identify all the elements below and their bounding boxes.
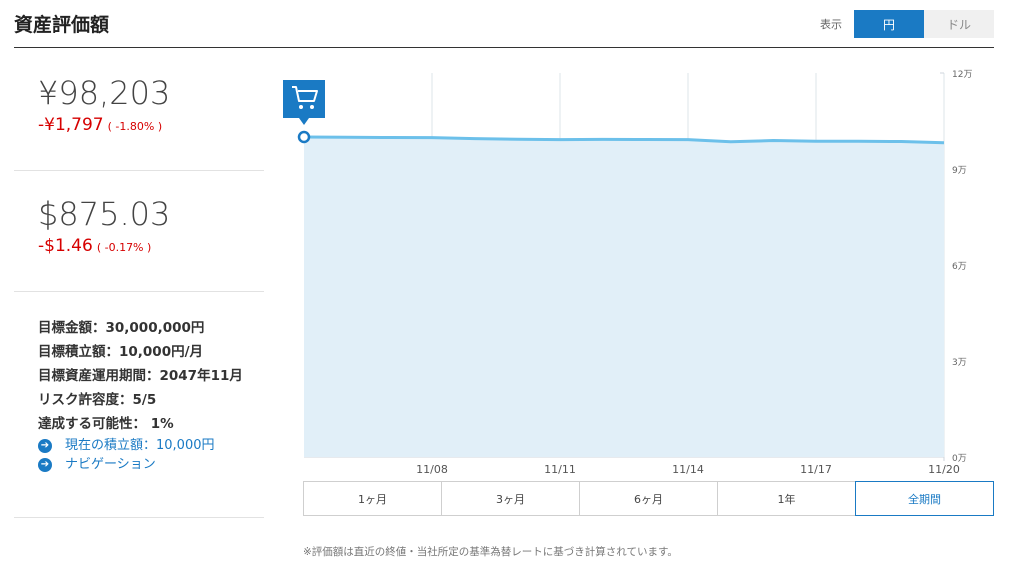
y-tick-label: 9万 xyxy=(952,166,967,176)
x-tick-label: 11/11 xyxy=(544,463,576,476)
footnote: ※評価額は直近の終値・当社所定の基準為替レートに基づき計算されています。 xyxy=(303,546,678,558)
range-6m-button[interactable]: 6ヶ月 xyxy=(580,482,718,515)
range-3m-button[interactable]: 3ヶ月 xyxy=(442,482,580,515)
range-all-button[interactable]: 全期間 xyxy=(855,481,994,516)
x-tick-label: 11/20 xyxy=(928,463,960,476)
y-tick-label: 0万 xyxy=(952,454,967,464)
range-1y-button[interactable]: 1年 xyxy=(718,482,856,515)
cart-icon-wheel xyxy=(299,105,303,109)
x-tick-label: 11/14 xyxy=(672,463,704,476)
y-tick-label: 3万 xyxy=(952,358,967,368)
y-tick-label: 6万 xyxy=(952,262,967,272)
cart-marker xyxy=(283,80,325,144)
range-selector: 1ヶ月 3ヶ月 6ヶ月 1年 全期間 xyxy=(303,481,994,516)
x-tick-label: 11/17 xyxy=(800,463,832,476)
start-point xyxy=(297,130,311,144)
value-area xyxy=(304,137,944,457)
range-1m-button[interactable]: 1ヶ月 xyxy=(304,482,442,515)
y-tick-label: 12万 xyxy=(952,70,972,80)
cart-marker-badge xyxy=(283,80,325,125)
x-tick-label: 11/08 xyxy=(416,463,448,476)
cart-icon-wheel xyxy=(310,105,314,109)
